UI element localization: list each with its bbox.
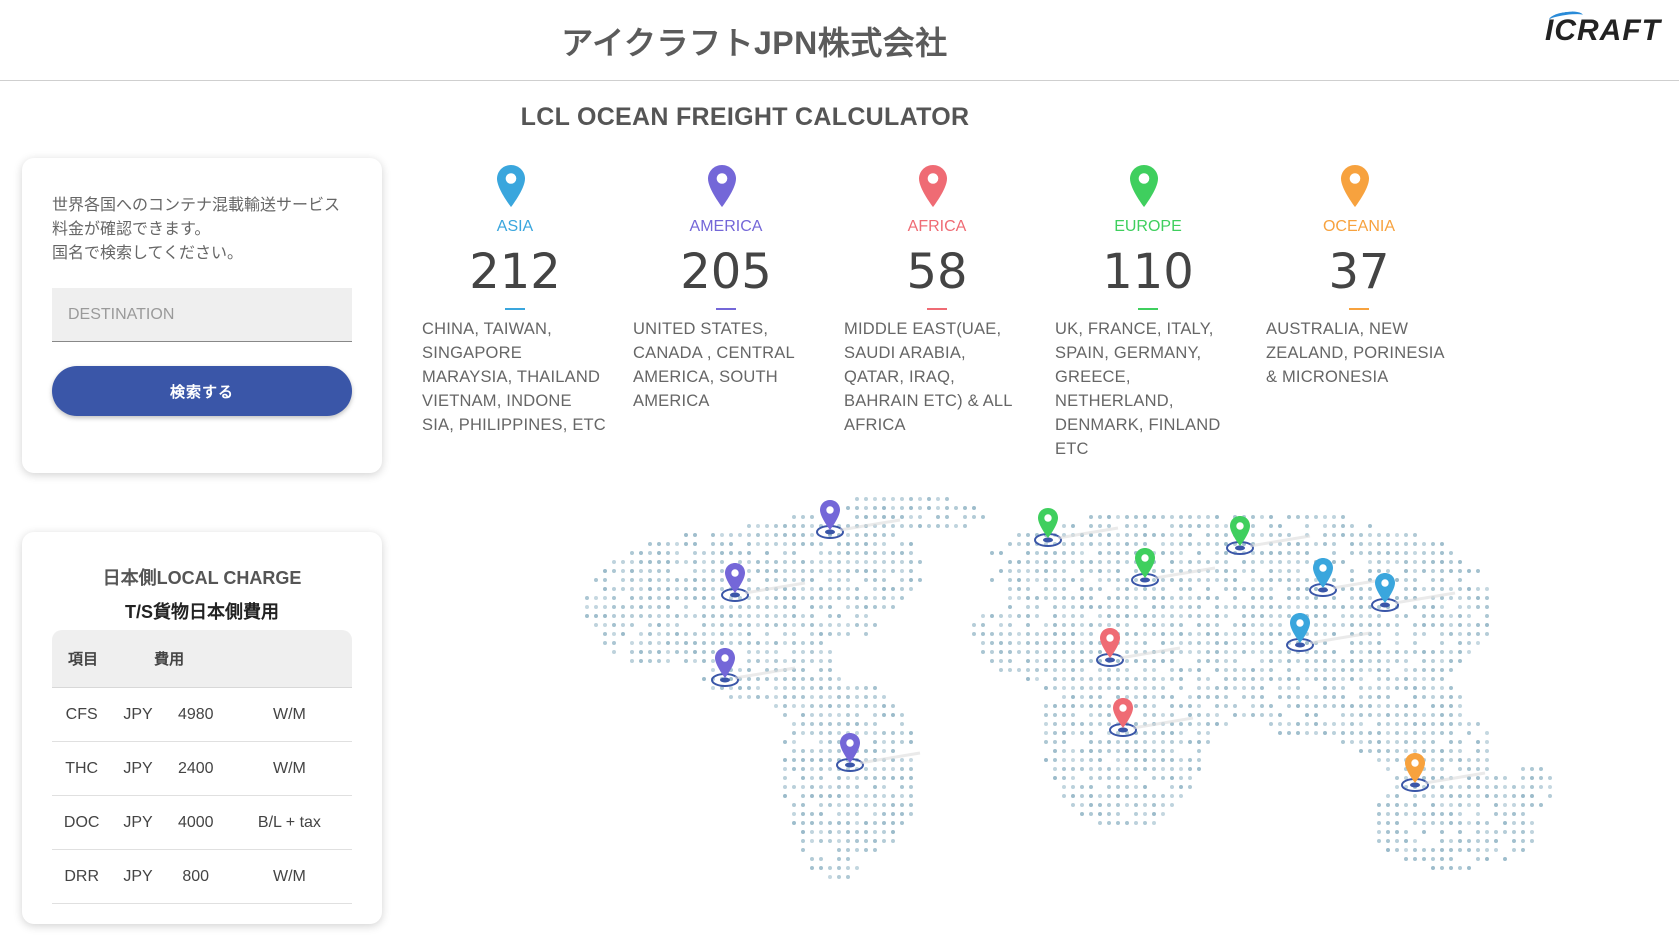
region-name: AFRICA — [907, 218, 967, 235]
top-header: アイクラフトJPN株式会社 ICRAFT — [0, 0, 1679, 81]
region-divider — [1138, 308, 1158, 310]
charge-unit: W/M — [226, 849, 352, 904]
region-countries: MIDDLE EAST(UAE, SAUDI ARABIA, QATAR, IRAQ… — [844, 320, 1013, 434]
map-pin-icon — [721, 563, 806, 602]
location-pin-icon — [919, 165, 947, 207]
pin-shape — [1130, 165, 1158, 207]
pin-shape — [919, 165, 947, 207]
charge-currency: JPY — [111, 687, 165, 742]
map-pin-icon — [1226, 516, 1311, 555]
charge-unit: B/L + tax — [226, 795, 352, 850]
map-pin-icon — [836, 733, 921, 772]
header-item: 項目 — [52, 630, 112, 688]
icraft-logo[interactable]: ICRAFT — [1545, 9, 1661, 48]
map-pin-icon — [1034, 508, 1119, 547]
table-row: CFS JPY 4980 W/M — [52, 687, 352, 742]
region-name: OCEANIA — [1322, 218, 1395, 235]
region-countries: AUSTRALIA, NEW ZEALAND, PORINESIA & MICRON… — [1266, 320, 1445, 386]
charge-amount: 4980 — [164, 687, 227, 742]
region-count: 205 — [680, 244, 772, 300]
region-countries: UNITED STATES, CANADA , CENTRAL AMERICA, S… — [633, 320, 795, 410]
calculator-title: LCL OCEAN FREIGHT CALCULATOR — [520, 103, 970, 131]
local-charge-card: 日本側LOCAL CHARGE T/S貨物日本側費用 項目 費用 CFS JPY… — [22, 532, 382, 924]
location-pin-icon — [1341, 165, 1369, 207]
map-pin-icon — [1109, 698, 1194, 737]
company-name: アイクラフトJPN株式会社 — [561, 25, 948, 61]
charge-item: DOC — [52, 795, 112, 850]
map-pin-icon — [816, 500, 901, 539]
search-intro: 世界各国へのコンテナ混載輸送サービス 料金が確認できます。 国名で検索してくださ… — [52, 194, 352, 266]
table-row: DRR JPY 800 W/M — [52, 849, 352, 904]
region-countries: UK, FRANCE, ITALY, SPAIN, GERMANY, GREECE,… — [1055, 320, 1221, 458]
header-cost: 費用 — [111, 630, 227, 688]
table-row: DOC JPY 4000 B/L + tax — [52, 795, 352, 850]
table-row: THC JPY 2400 W/M — [52, 741, 352, 796]
region-count: 37 — [1328, 244, 1390, 300]
search-button[interactable]: 検索する — [52, 366, 352, 416]
region-name: AMERICA — [689, 218, 763, 235]
region-count: 212 — [469, 244, 561, 300]
table-header-row: 項目 費用 — [52, 630, 352, 688]
region-divider — [505, 308, 525, 310]
location-pin-icon — [497, 165, 525, 207]
intro-line: 料金が確認できます。 — [52, 221, 211, 238]
pin-shape — [497, 165, 525, 207]
region-divider — [927, 308, 947, 310]
charge-currency: JPY — [111, 795, 165, 850]
region-divider — [716, 308, 736, 310]
header-unit — [226, 630, 352, 688]
location-pin-icon — [1130, 165, 1158, 207]
region-count: 58 — [906, 244, 968, 300]
destination-input[interactable] — [52, 288, 352, 342]
charge-amount: 4000 — [164, 795, 227, 850]
charge-currency: JPY — [111, 741, 165, 796]
intro-line: 国名で検索してください。 — [52, 245, 244, 262]
charge-unit: W/M — [226, 687, 352, 742]
region-name: EUROPE — [1114, 218, 1182, 235]
intro-line: 世界各国へのコンテナ混載輸送サービス — [52, 197, 341, 214]
map-pin-icon — [1096, 628, 1181, 667]
map-pin-icon — [711, 648, 796, 687]
charge-currency: JPY — [111, 849, 165, 904]
map-pin-icon — [1286, 613, 1371, 652]
region-name: ASIA — [496, 218, 534, 235]
world-map — [515, 490, 1675, 880]
charge-item: DRR — [52, 849, 112, 904]
charge-amount: 800 — [164, 849, 227, 904]
local-charge-subtitle: T/S貨物日本側費用 — [124, 602, 279, 622]
region-countries: CHINA, TAIWAN, SINGAPORE MARAYSIA, THAILAN… — [422, 320, 606, 434]
local-charge-title: 日本側LOCAL CHARGE — [102, 568, 302, 588]
region-divider — [1349, 308, 1369, 310]
local-charge-table: 項目 費用 CFS JPY 4980 W/M THC JPY 2400 W/M … — [52, 630, 352, 904]
pin-shape — [708, 165, 736, 207]
region-stats: ASIA 212 CHINA, TAIWAN, SINGAPORE MARAYSIA… — [420, 160, 1480, 480]
pin-shape — [1341, 165, 1369, 207]
charge-amount: 2400 — [164, 741, 227, 796]
search-card: 世界各国へのコンテナ混載輸送サービス 料金が確認できます。 国名で検索してくださ… — [22, 158, 382, 473]
dotted-world-map — [585, 497, 1552, 879]
location-pin-icon — [708, 165, 736, 207]
region-count: 110 — [1102, 244, 1194, 300]
charge-unit: W/M — [226, 741, 352, 796]
charge-item: CFS — [52, 687, 112, 742]
charge-item: THC — [52, 741, 112, 796]
